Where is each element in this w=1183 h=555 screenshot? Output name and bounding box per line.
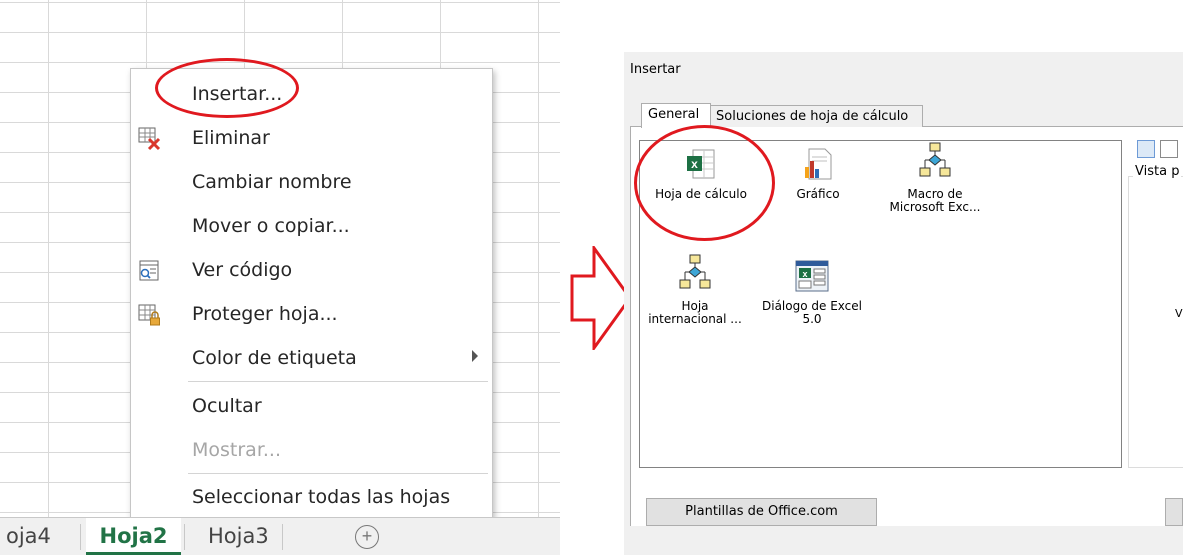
tab-separator (282, 524, 283, 550)
menu-item-tab-color[interactable]: Color de etiqueta (131, 338, 492, 378)
chart-icon (805, 148, 832, 180)
international-macro-icon (679, 254, 711, 289)
list-view-icon[interactable] (1160, 140, 1178, 158)
sheet-tab[interactable]: oja4 (0, 518, 63, 555)
item-chart[interactable]: Gráfico (763, 147, 873, 217)
add-sheet-icon[interactable]: + (355, 525, 379, 549)
menu-item-label: Ver código (192, 259, 293, 281)
submenu-arrow-icon (472, 350, 478, 362)
item-macro-sheet[interactable]: Macro de Microsoft Exc... (880, 141, 990, 231)
menu-item-select-all-sheets[interactable]: Seleccionar todas las hojas (131, 477, 492, 517)
svg-text:x: x (802, 269, 807, 279)
menu-item-move-copy[interactable]: Mover o copiar... (131, 206, 492, 246)
sheet-tab-label: oja4 (6, 524, 51, 548)
dialog-ok-button[interactable] (1165, 498, 1183, 526)
right-arrow-icon (570, 246, 632, 350)
delete-sheet-icon (137, 126, 163, 152)
highlight-circle-insert (155, 58, 299, 118)
item-label-line-2: Microsoft Exc... (889, 200, 981, 214)
item-label-line-1: Diálogo de Excel (762, 299, 862, 313)
large-icons-view-icon[interactable] (1137, 140, 1155, 158)
menu-separator (188, 381, 488, 382)
tab-label: Soluciones de hoja de cálculo (716, 109, 909, 124)
menu-item-label: Seleccionar todas las hojas (192, 486, 451, 508)
menu-separator (188, 473, 488, 474)
menu-item-label: Mover o copiar... (192, 215, 350, 237)
tab-label: General (648, 107, 700, 122)
item-label: Gráfico (796, 187, 840, 201)
dialog-title: Insertar (630, 62, 681, 77)
sheet-tab-label: Hoja3 (208, 524, 269, 548)
menu-item-unhide: Mostrar... (131, 430, 492, 470)
item-excel5-dialog[interactable]: x Diálogo de Excel 5.0 (757, 259, 867, 349)
menu-item-delete[interactable]: Eliminar (131, 118, 492, 158)
view-code-icon (137, 258, 163, 284)
sheet-tab-label: Hoja2 (99, 524, 168, 548)
menu-item-protect-sheet[interactable]: Proteger hoja... (131, 294, 492, 334)
menu-item-view-code[interactable]: Ver código (131, 250, 492, 290)
highlight-circle-worksheet (634, 125, 775, 241)
menu-item-hide[interactable]: Ocultar (131, 386, 492, 426)
item-label-line-2: internacional ... (648, 312, 742, 326)
item-international-macro-sheet[interactable]: Hoja internacional ... (640, 253, 750, 343)
preview-text: Vis (1175, 307, 1183, 320)
preview-legend: Vista p (1133, 164, 1182, 179)
sheet-context-menu: Insertar... Eliminar Cambiar nombre Move… (130, 68, 493, 520)
menu-item-label: Mostrar... (192, 439, 282, 461)
sheet-tab[interactable]: Hoja3 (196, 518, 281, 555)
tab-separator (184, 524, 185, 550)
macro-icon (919, 142, 951, 177)
tab-separator (80, 524, 81, 550)
sheet-tab-bar: oja4 Hoja2 Hoja3 + (0, 517, 560, 555)
menu-item-rename[interactable]: Cambiar nombre (131, 162, 492, 202)
add-sheet-symbol: + (361, 526, 373, 546)
menu-item-label: Proteger hoja... (192, 303, 338, 325)
button-label: Plantillas de Office.com (685, 504, 838, 519)
menu-item-label: Color de etiqueta (192, 347, 357, 369)
excel5-dialog-icon: x (795, 260, 829, 292)
protect-sheet-icon (137, 302, 163, 328)
tab-worksheet-solutions[interactable]: Soluciones de hoja de cálculo (709, 105, 923, 127)
menu-item-label: Ocultar (192, 395, 262, 417)
sheet-tab-active[interactable]: Hoja2 (86, 518, 181, 555)
preview-group (1128, 176, 1183, 468)
item-label-line-1: Macro de (907, 187, 963, 201)
item-label-line-2: 5.0 (802, 312, 822, 326)
office-templates-button[interactable]: Plantillas de Office.com (646, 498, 877, 526)
item-label-line-1: Hoja (681, 299, 709, 313)
menu-item-label: Cambiar nombre (192, 171, 352, 193)
menu-item-label: Eliminar (192, 127, 270, 149)
